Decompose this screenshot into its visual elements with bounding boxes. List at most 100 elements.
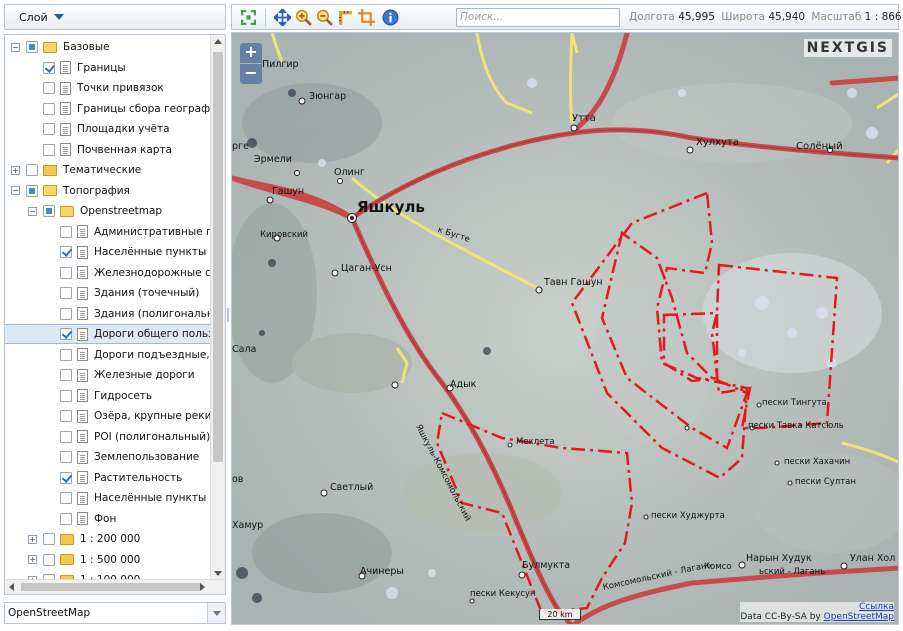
layer-group-row[interactable]: − Топография: [5, 181, 210, 201]
chevron-down-icon: [53, 14, 64, 20]
layer-checkbox[interactable]: [60, 492, 72, 504]
layer-menu-button[interactable]: Слой: [4, 4, 226, 30]
layer-checkbox[interactable]: [43, 143, 55, 156]
panel-splitter[interactable]: [226, 0, 230, 631]
map-canvas[interactable]: [232, 33, 899, 625]
scale-bar: 20 km: [539, 609, 581, 620]
zoom-out-button[interactable]: −: [240, 64, 262, 84]
pan-icon[interactable]: [274, 9, 291, 26]
folder-icon: [43, 164, 57, 176]
zoom-in-icon[interactable]: [295, 9, 312, 26]
layer-group-row[interactable]: +1 : 200 000: [5, 529, 210, 549]
folder-icon: [43, 185, 57, 196]
layer-row[interactable]: Здания (полигональн: [5, 304, 210, 324]
layer-checkbox[interactable]: [60, 225, 72, 238]
expand-icon[interactable]: +: [28, 534, 37, 544]
zoom-in-button[interactable]: +: [240, 43, 262, 63]
document-icon: [77, 348, 88, 361]
layer-label: Границы: [77, 61, 126, 74]
layer-checkbox[interactable]: [60, 348, 72, 361]
layer-row[interactable]: Дороги общего польз: [5, 324, 210, 344]
scroll-left-icon[interactable]: [9, 583, 14, 591]
measure-icon[interactable]: [337, 9, 354, 26]
hscrollbar-thumb[interactable]: [21, 583, 201, 591]
layer-label: Землепользование: [94, 451, 200, 463]
collapse-icon[interactable]: −: [11, 186, 20, 195]
collapse-icon[interactable]: −: [28, 206, 37, 216]
layer-checkbox[interactable]: [26, 184, 38, 197]
layer-checkbox[interactable]: [60, 369, 72, 381]
layer-checkbox[interactable]: [43, 123, 55, 135]
collapse-icon[interactable]: −: [11, 42, 20, 52]
layer-checkbox[interactable]: [43, 61, 55, 74]
expand-icon[interactable]: +: [28, 555, 37, 564]
layer-group-row[interactable]: + Тематические: [5, 160, 210, 180]
document-icon: [77, 225, 88, 238]
scroll-down-icon[interactable]: [214, 571, 222, 576]
layer-label: Площадки учёта: [77, 123, 170, 135]
layer-checkbox[interactable]: [60, 287, 72, 299]
layer-checkbox[interactable]: [60, 410, 72, 422]
layer-checkbox[interactable]: [60, 307, 72, 320]
layer-checkbox[interactable]: [43, 533, 55, 545]
layer-row[interactable]: Площадки учёта: [5, 119, 210, 139]
layer-group-row[interactable]: − Openstreetmap: [5, 201, 210, 221]
search-input[interactable]: Поиск...: [456, 8, 620, 27]
layer-row[interactable]: Населённые пункты (: [5, 242, 210, 262]
map-view[interactable]: Пилгир Зюнгар Утта Хулхута Солёный рге Э…: [231, 32, 899, 625]
scrollbar-thumb[interactable]: [213, 52, 223, 462]
layer-group-row[interactable]: − Базовые: [5, 37, 210, 57]
layer-row[interactable]: Железные дороги: [5, 365, 210, 385]
layer-checkbox[interactable]: [43, 553, 55, 566]
osm-link[interactable]: OpenStreetMap: [824, 612, 894, 622]
full-extent-icon[interactable]: [240, 9, 257, 26]
layer-row[interactable]: Озёра, крупные реки: [5, 406, 210, 426]
layer-row[interactable]: Фон: [5, 509, 210, 529]
expand-icon[interactable]: +: [11, 165, 20, 175]
chevron-down-icon[interactable]: [207, 603, 225, 623]
layer-row[interactable]: Точки привязок: [5, 78, 210, 98]
scale-value: 1 : 866 688: [864, 11, 903, 23]
scroll-right-icon[interactable]: [200, 583, 205, 591]
layer-checkbox[interactable]: [43, 82, 55, 94]
layer-row[interactable]: POI (полигональный): [5, 427, 210, 447]
layer-label: Населённые пункты (: [94, 246, 210, 258]
layers-panel: Слой − Базовые Границы Точки привязок Границ…: [4, 4, 226, 627]
layer-row[interactable]: Железнодорожные с: [5, 263, 210, 283]
splitter-grip[interactable]: [227, 308, 229, 322]
layer-checkbox[interactable]: [43, 205, 55, 217]
layer-row[interactable]: Дороги подъездные,: [5, 345, 210, 365]
horizontal-scrollbar[interactable]: [5, 579, 225, 594]
layer-row[interactable]: Здания (точечный): [5, 283, 210, 303]
layer-checkbox[interactable]: [60, 512, 72, 525]
layer-row[interactable]: Границы сбора географи: [5, 99, 210, 119]
layer-row[interactable]: Населённые пункты (: [5, 488, 210, 508]
attribution-link[interactable]: Ссылка: [859, 602, 894, 612]
layer-row[interactable]: Границы: [5, 58, 210, 78]
layer-row[interactable]: Гидросеть: [5, 386, 210, 406]
layer-checkbox[interactable]: [60, 328, 72, 340]
layer-checkbox[interactable]: [60, 471, 72, 484]
basemap-select-value: OpenStreetMap: [8, 607, 91, 619]
zoom-out-icon[interactable]: [316, 9, 333, 26]
layer-row[interactable]: Административные г: [5, 222, 210, 242]
layer-tree-rows: − Базовые Границы Точки привязок Границы сбо…: [5, 35, 210, 580]
layer-checkbox[interactable]: [43, 102, 55, 115]
scroll-up-icon[interactable]: [214, 39, 222, 44]
layer-checkbox[interactable]: [60, 246, 72, 258]
layer-checkbox[interactable]: [60, 266, 72, 279]
layer-checkbox[interactable]: [60, 430, 72, 443]
vertical-scrollbar[interactable]: [210, 35, 225, 580]
crop-icon[interactable]: [358, 9, 375, 26]
layer-checkbox[interactable]: [26, 164, 38, 176]
layer-checkbox[interactable]: [60, 389, 72, 402]
layer-group-row[interactable]: +1 : 500 000: [5, 550, 210, 570]
basemap-select[interactable]: OpenStreetMap: [4, 602, 226, 624]
info-icon[interactable]: [382, 9, 399, 26]
layer-checkbox[interactable]: [60, 451, 72, 463]
layer-row[interactable]: Растительность: [5, 468, 210, 488]
layer-row[interactable]: Почвенная карта: [5, 140, 210, 160]
layer-row[interactable]: Землепользование: [5, 447, 210, 467]
attribution: Ссылка Data CC-By-SA by OpenStreetMap: [740, 602, 894, 622]
layer-checkbox[interactable]: [26, 41, 38, 53]
